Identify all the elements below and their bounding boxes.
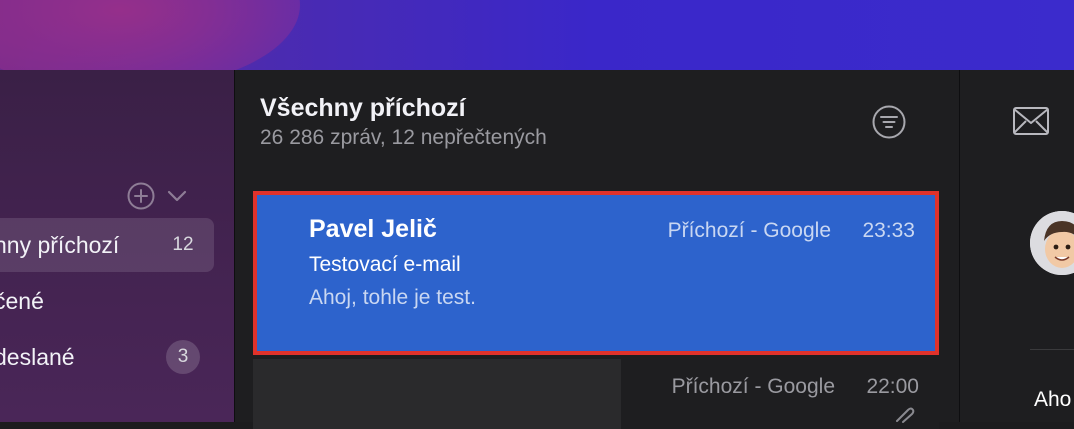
plus-circle-icon[interactable] <box>126 181 156 211</box>
message-preview: Ahoj, tohle je test. <box>309 286 476 309</box>
message-mailbox: Příchozí - Google <box>671 375 835 398</box>
message-row-selected[interactable]: Pavel Jelič Příchozí - Google 23:33 Test… <box>253 191 939 355</box>
mailbox-summary: 26 286 zpráv, 12 nepřečtených <box>260 126 547 149</box>
chevron-down-icon[interactable] <box>166 185 188 207</box>
message-subject: Testovací e-mail <box>309 253 461 276</box>
message-time: 23:33 <box>862 219 915 242</box>
mailbox-title: Všechny příchozí <box>260 94 466 122</box>
message-time: 22:00 <box>866 375 919 398</box>
sidebar-item-sent[interactable]: deslané 3 <box>0 330 214 384</box>
sidebar: nny příchozí 12 čené deslané 3 <box>0 70 235 422</box>
sidebar-item-all-inboxes[interactable]: nny příchozí 12 <box>0 218 214 272</box>
sidebar-tools <box>126 181 188 211</box>
message-mailbox: Příchozí - Google <box>667 219 831 242</box>
message-list-pane: Všechny příchozí 26 286 zpráv, 12 nepřeč… <box>235 70 960 429</box>
sidebar-item-label: čené <box>0 287 44 314</box>
desktop-wallpaper <box>0 0 1074 70</box>
sidebar-item-label: nny příchozí <box>0 231 120 258</box>
count-badge: 3 <box>166 340 200 374</box>
unread-count-badge: 12 <box>172 234 194 255</box>
mail-window: nny příchozí 12 čené deslané 3 Všechny p… <box>0 70 1074 429</box>
sidebar-item-label: deslané <box>0 343 75 370</box>
avatar <box>1030 211 1074 275</box>
filter-button[interactable] <box>871 104 907 140</box>
filter-icon <box>871 105 907 144</box>
message-row-left <box>253 359 621 429</box>
message-detail-pane: Aho <box>960 70 1074 422</box>
message-body-preview: Aho <box>1034 388 1072 411</box>
paperclip-icon <box>893 405 915 428</box>
message-row[interactable]: Příchozí - Google 22:00 <box>253 359 939 429</box>
divider <box>1030 349 1074 350</box>
envelope-icon[interactable] <box>1012 106 1050 141</box>
sidebar-item-read[interactable]: čené <box>0 274 214 328</box>
message-sender: Pavel Jelič <box>309 215 437 243</box>
